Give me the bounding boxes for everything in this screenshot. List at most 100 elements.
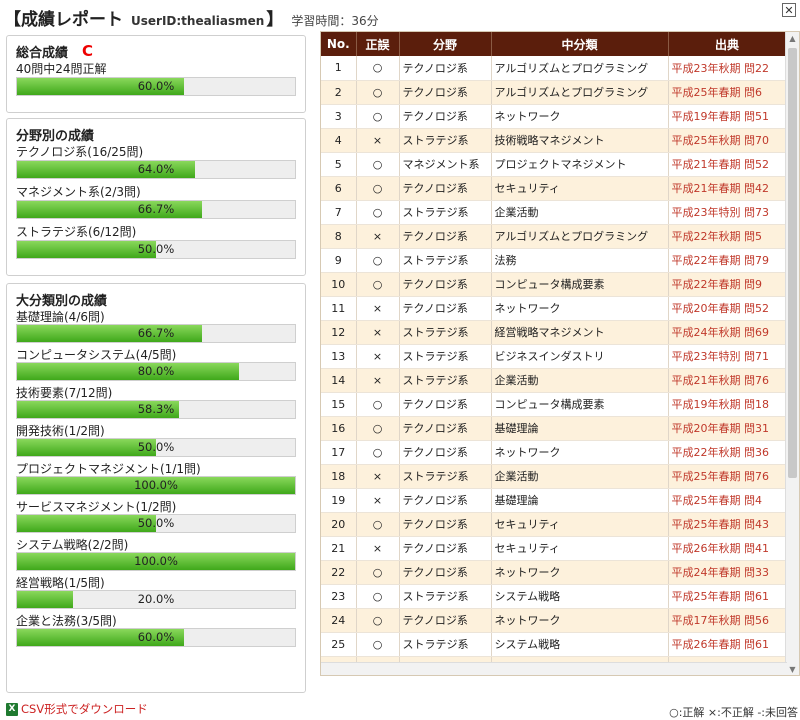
major-progress-bar: 20.0% [16, 590, 296, 609]
cell-result: ○ [356, 104, 400, 129]
major-label: 技術要素(7/12問) [16, 385, 113, 400]
cell-field: テクノロジ系 [399, 272, 492, 297]
major-label: 経営戦略(1/5問) [16, 575, 105, 590]
major-progress-text: 100.0% [134, 478, 178, 492]
cell-field: テクノロジ系 [399, 512, 492, 537]
horizontal-scrollbar[interactable] [321, 662, 787, 675]
cell-field: テクノロジ系 [399, 560, 492, 585]
cell-field: ストラテジ系 [399, 128, 492, 153]
cell-number: 11 [321, 296, 357, 321]
table-row: 1 ○ テクノロジ系 アルゴリズムとプログラミング 平成23年秋期 問22 [321, 56, 787, 81]
cell-number: 18 [321, 464, 357, 489]
cell-result: × [356, 128, 400, 153]
title-bracket: 】 [266, 10, 284, 30]
table-row: 16 ○ テクノロジ系 基礎理論 平成20年春期 問31 [321, 416, 787, 441]
cell-field: テクノロジ系 [399, 296, 492, 321]
major-label: サービスマネジメント(1/2問) [16, 499, 177, 514]
cell-source: 平成25年春期 問6 [668, 80, 787, 105]
major-label: コンピュータシステム(4/5問) [16, 347, 177, 362]
cell-category: 企業活動 [491, 464, 669, 489]
table-row: 2 ○ テクノロジ系 アルゴリズムとプログラミング 平成25年春期 問6 [321, 80, 787, 105]
cell-source: 平成22年春期 問9 [668, 272, 787, 297]
scroll-up-icon[interactable]: ▲ [786, 32, 799, 46]
table-row: 4 × ストラテジ系 技術戦略マネジメント 平成25年秋期 問70 [321, 128, 787, 153]
table-row: 19 × テクノロジ系 基礎理論 平成25年春期 問4 [321, 488, 787, 513]
cell-number: 23 [321, 584, 357, 609]
major-label: 開発技術(1/2問) [16, 423, 105, 438]
major-progress-text: 20.0% [137, 592, 175, 606]
major-title: 大分類別の成績 [16, 293, 108, 309]
cell-source: 平成23年特別 問73 [668, 200, 787, 225]
cell-source: 平成19年春期 問51 [668, 104, 787, 129]
table-row: 7 ○ ストラテジ系 企業活動 平成23年特別 問73 [321, 200, 787, 225]
csv-download-link[interactable]: X CSV形式でダウンロード [6, 701, 148, 717]
cell-category: アルゴリズムとプログラミング [491, 224, 669, 249]
cell-result: ○ [356, 608, 400, 633]
cell-result: ○ [356, 80, 400, 105]
cell-category: プロジェクトマネジメント [491, 152, 669, 177]
table-header-row: No. 正誤 分野 中分類 出典 [321, 32, 787, 56]
major-progress-bar: 80.0% [16, 362, 296, 381]
major-label: プロジェクトマネジメント(1/1問) [16, 461, 201, 476]
cell-source: 平成23年特別 問71 [668, 344, 787, 369]
overall-grade: C [82, 42, 94, 60]
cell-result: ○ [356, 56, 400, 81]
question-table-container[interactable]: No. 正誤 分野 中分類 出典 1 ○ テクノロジ系 アルゴリズムとプログラミング 平成23年… [320, 31, 800, 676]
cell-source: 平成25年春期 問76 [668, 464, 787, 489]
table-row: 15 ○ テクノロジ系 コンピュータ構成要素 平成19年秋期 問18 [321, 392, 787, 417]
close-icon[interactable]: ✕ [782, 3, 796, 17]
major-progress-bar: 58.3% [16, 400, 296, 419]
table-row: 20 ○ テクノロジ系 セキュリティ 平成25年春期 問43 [321, 512, 787, 537]
scroll-down-icon[interactable]: ▼ [786, 663, 799, 675]
cell-category: セキュリティ [491, 536, 669, 561]
cell-source: 平成25年春期 問4 [668, 488, 787, 513]
cell-field: マネジメント系 [399, 152, 492, 177]
cell-category: ネットワーク [491, 296, 669, 321]
cell-category: ネットワーク [491, 608, 669, 633]
major-list: 基礎理論(4/6問) 66.7% コンピュータシステム(4/5問) 80.0% 技術要素… [7, 308, 305, 647]
cell-source: 平成21年秋期 問76 [668, 368, 787, 393]
cell-field: ストラテジ系 [399, 584, 492, 609]
cell-source: 平成17年秋期 問56 [668, 608, 787, 633]
cell-number: 12 [321, 320, 357, 345]
cell-field: テクノロジ系 [399, 536, 492, 561]
cell-source: 平成25年春期 問43 [668, 512, 787, 537]
cell-field: テクノロジ系 [399, 392, 492, 417]
major-label: 基礎理論(4/6問) [16, 309, 105, 324]
cell-number: 25 [321, 632, 357, 657]
cell-source: 平成26年春期 問61 [668, 632, 787, 657]
vertical-scrollbar[interactable]: ▲ ▼ [785, 32, 799, 675]
cell-result: × [356, 320, 400, 345]
excel-icon: X [6, 702, 18, 716]
cell-field: ストラテジ系 [399, 368, 492, 393]
cell-number: 9 [321, 248, 357, 273]
major-progress-bar: 100.0% [16, 476, 296, 495]
cell-number: 14 [321, 368, 357, 393]
field-progress-text: 50.0% [137, 242, 175, 256]
cell-category: セキュリティ [491, 176, 669, 201]
cell-result: × [356, 368, 400, 393]
cell-number: 22 [321, 560, 357, 585]
table-row: 18 × ストラテジ系 企業活動 平成25年春期 問76 [321, 464, 787, 489]
cell-source: 平成25年春期 問61 [668, 584, 787, 609]
cell-number: 17 [321, 440, 357, 465]
cell-field: テクノロジ系 [399, 608, 492, 633]
cell-field: ストラテジ系 [399, 200, 492, 225]
cell-category: コンピュータ構成要素 [491, 392, 669, 417]
cell-category: 経営戦略マネジメント [491, 320, 669, 345]
cell-result: × [356, 464, 400, 489]
cell-category: 基礎理論 [491, 488, 669, 513]
cell-category: システム戦略 [491, 584, 669, 609]
user-id: UserID:thealiasmen [131, 14, 265, 28]
cell-category: セキュリティ [491, 512, 669, 537]
cell-number: 21 [321, 536, 357, 561]
cell-result: ○ [356, 272, 400, 297]
cell-number: 6 [321, 176, 357, 201]
major-progress-text: 80.0% [137, 364, 175, 378]
overall-progress-bar: 60.0% [16, 77, 296, 96]
study-time: 学習時間：36分 [291, 14, 379, 28]
table-row: 14 × ストラテジ系 企業活動 平成21年秋期 問76 [321, 368, 787, 393]
scrollbar-thumb[interactable] [788, 48, 797, 478]
cell-result: ○ [356, 416, 400, 441]
cell-number: 16 [321, 416, 357, 441]
